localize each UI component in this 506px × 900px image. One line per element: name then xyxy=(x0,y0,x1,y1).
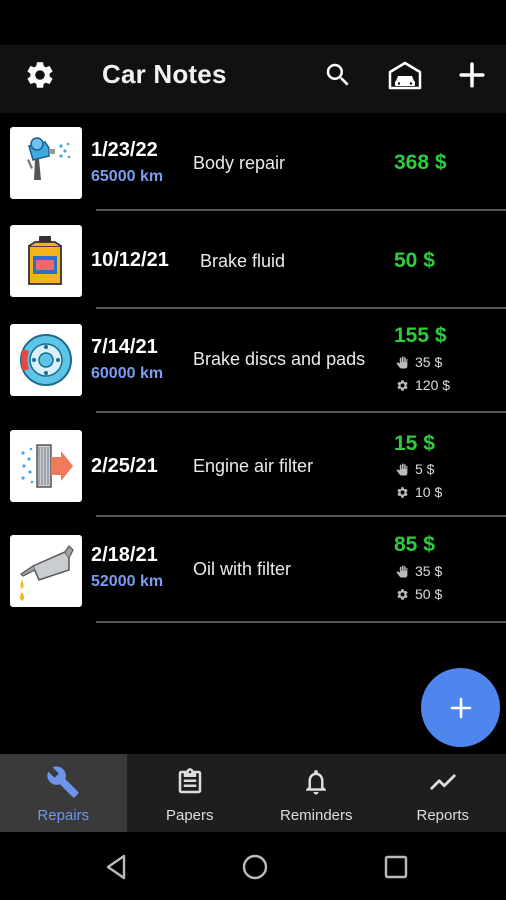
repair-km: 65000 km xyxy=(91,168,164,185)
repair-labor-cost: 50 $ xyxy=(396,586,442,602)
home-icon xyxy=(242,854,268,880)
spray-gun-icon xyxy=(10,127,82,199)
labor-cost-value: 10 $ xyxy=(415,484,443,500)
back-icon xyxy=(106,854,126,880)
repair-date: 2/18/21 xyxy=(91,544,158,566)
system-recents-button[interactable] xyxy=(381,852,411,882)
wrench-icon xyxy=(47,766,79,798)
garage-button[interactable] xyxy=(387,57,423,93)
repair-description: Body repair xyxy=(193,153,286,173)
gear-icon xyxy=(27,62,53,88)
brake-disc-icon xyxy=(10,324,82,396)
repair-parts-cost: 5 $ xyxy=(396,461,434,477)
repair-parts-cost: 35 $ xyxy=(396,354,442,370)
hand-icon xyxy=(396,356,408,368)
hand-icon xyxy=(396,463,408,475)
repair-row[interactable]: 7/14/21 60000 km Brake discs and pads 15… xyxy=(0,309,506,413)
repair-row[interactable]: 2/18/21 52000 km Oil with filter 85 $ 35… xyxy=(0,517,506,623)
nav-label: Papers xyxy=(165,807,214,824)
recents-icon xyxy=(384,855,408,879)
clipboard-icon xyxy=(178,768,201,794)
repair-date: 7/14/21 xyxy=(91,336,158,358)
repair-price: 50 $ xyxy=(394,249,435,272)
gear-small-icon xyxy=(397,379,408,391)
repair-description: Engine air filter xyxy=(193,456,314,476)
oil-can-icon xyxy=(10,535,82,607)
nav-item-repairs[interactable]: Repairs xyxy=(0,754,127,832)
gear-small-icon xyxy=(397,588,408,600)
nav-label: Repairs xyxy=(37,807,90,824)
labor-cost-value: 50 $ xyxy=(415,586,443,602)
repair-labor-cost: 10 $ xyxy=(396,484,442,500)
app-title: Car Notes xyxy=(102,59,227,89)
repair-row[interactable]: 10/12/21 Brake fluid 50 $ xyxy=(0,211,506,309)
repair-labor-cost: 120 $ xyxy=(396,377,450,393)
hand-icon xyxy=(396,565,408,577)
repair-row[interactable]: 2/25/21 Engine air filter 15 $ 5 $ 10 $ xyxy=(0,413,506,517)
repair-price: 155 $ xyxy=(394,324,447,347)
nav-label: Reminders xyxy=(279,807,353,824)
parts-cost-value: 35 $ xyxy=(415,563,443,579)
brake-fluid-bottle-icon xyxy=(10,225,82,297)
repair-date: 2/25/21 xyxy=(91,455,158,477)
system-home-button[interactable] xyxy=(240,852,270,882)
repairs-list: 1/23/22 65000 km Body repair 368 $ 10/12… xyxy=(0,113,506,623)
status-bar xyxy=(0,0,506,45)
nav-item-papers[interactable]: Papers xyxy=(127,754,254,832)
repair-parts-cost: 35 $ xyxy=(396,563,442,579)
add-button[interactable] xyxy=(454,57,490,93)
repair-price: 15 $ xyxy=(394,432,435,455)
parts-cost-value: 5 $ xyxy=(415,461,435,477)
nav-label: Reports xyxy=(416,807,470,824)
nav-item-reminders[interactable]: Reminders xyxy=(253,754,380,832)
repair-date: 1/23/22 xyxy=(91,139,158,161)
row-divider xyxy=(96,621,506,623)
repair-row[interactable]: 1/23/22 65000 km Body repair 368 $ xyxy=(0,113,506,211)
nav-item-reports[interactable]: Reports xyxy=(380,754,506,832)
garage-icon xyxy=(388,61,422,90)
repair-price: 368 $ xyxy=(394,151,447,174)
parts-cost-value: 35 $ xyxy=(415,354,443,370)
add-repair-fab[interactable] xyxy=(421,668,500,747)
search-button[interactable] xyxy=(320,57,356,93)
search-icon xyxy=(326,63,349,86)
repair-price: 85 $ xyxy=(394,533,435,556)
app-bar: Car Notes xyxy=(0,45,506,113)
gear-small-icon xyxy=(397,486,408,498)
system-navigation-bar xyxy=(0,832,506,900)
repair-km: 60000 km xyxy=(91,365,164,382)
settings-button[interactable] xyxy=(22,57,58,93)
repair-km: 52000 km xyxy=(91,573,164,590)
air-filter-icon xyxy=(10,430,82,502)
repair-description: Brake discs and pads xyxy=(193,349,366,369)
plus-icon xyxy=(459,62,485,88)
chart-line-icon xyxy=(430,774,456,790)
plus-icon xyxy=(450,697,471,718)
repair-description: Brake fluid xyxy=(200,251,286,271)
labor-cost-value: 120 $ xyxy=(415,377,451,393)
system-back-button[interactable] xyxy=(101,852,131,882)
repair-description: Oil with filter xyxy=(193,559,292,579)
bottom-navigation: Repairs Papers Reminders Reports xyxy=(0,754,506,832)
bell-icon xyxy=(306,770,327,795)
repair-date: 10/12/21 xyxy=(91,249,169,271)
